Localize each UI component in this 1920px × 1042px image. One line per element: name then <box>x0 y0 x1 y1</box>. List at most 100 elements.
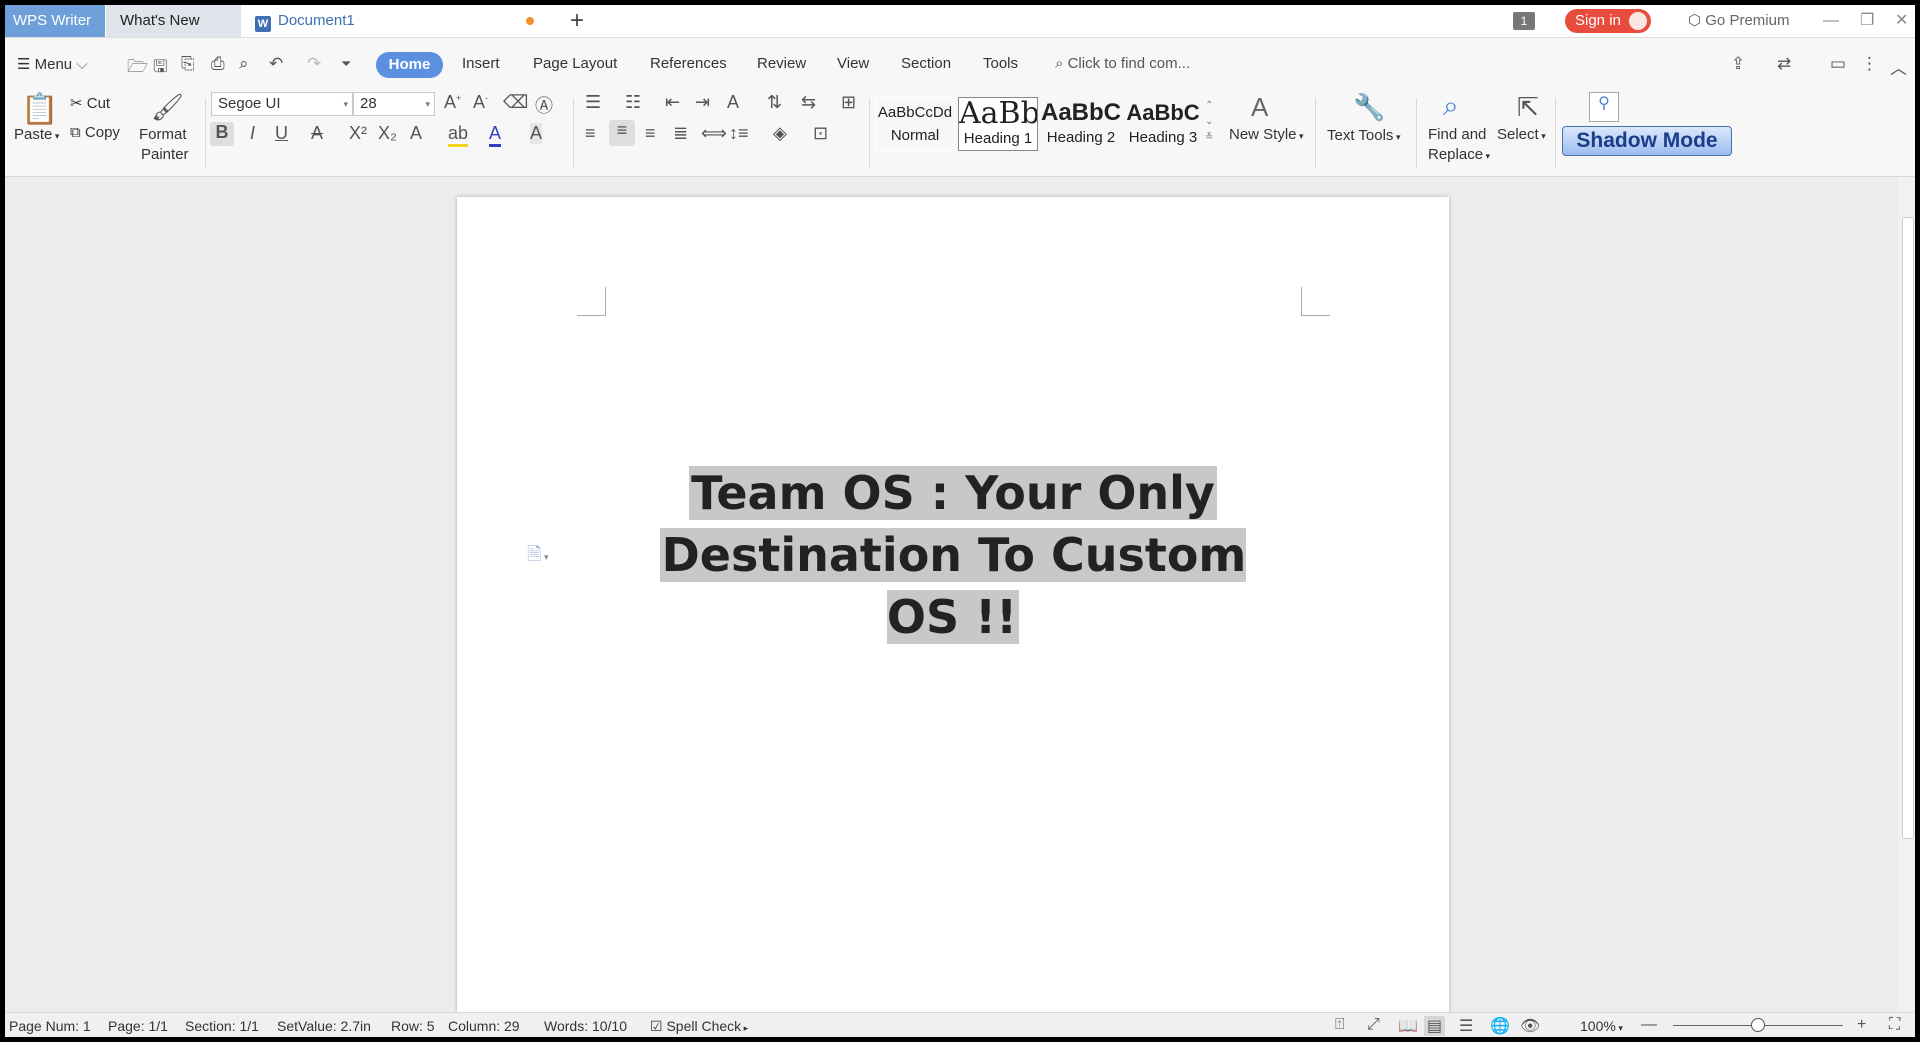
borders-icon[interactable]: ⊡ <box>813 123 828 144</box>
redo-icon[interactable]: ↷ <box>307 54 321 74</box>
command-search[interactable]: ⌕ Click to find com... <box>1055 55 1190 72</box>
clear-format-icon[interactable]: ⌫ <box>503 92 528 113</box>
find-replace-label-1[interactable]: Find and <box>1428 126 1486 143</box>
eye-protection-icon[interactable]: 👁 <box>1520 1016 1540 1036</box>
paste-button[interactable]: Paste ▾ <box>14 126 59 143</box>
tab-page-layout[interactable]: Page Layout <box>533 55 617 72</box>
style-heading-1[interactable]: AaBb Heading 1 <box>958 97 1038 151</box>
document-page[interactable]: 🗎 ▾ Team OS : Your Only Destination To C… <box>457 197 1449 1027</box>
spell-check-button[interactable]: ☑ Spell Check ▸ <box>650 1018 748 1035</box>
increase-indent-icon[interactable]: ⇥ <box>695 92 710 113</box>
zoom-in-icon[interactable]: + <box>1857 1016 1866 1034</box>
decrease-indent-icon[interactable]: ⇤ <box>665 92 680 113</box>
show-marks-icon[interactable]: ⇆ <box>801 92 816 113</box>
bullets-icon[interactable]: ☰ <box>585 92 601 113</box>
sort-icon[interactable]: ⇅ <box>767 92 782 113</box>
save-icon[interactable]: 🖫 <box>153 54 167 83</box>
shadow-mode-button[interactable]: Shadow Mode <box>1562 126 1732 156</box>
cut-button[interactable]: ✂ Cut <box>70 94 110 112</box>
go-premium-button[interactable]: ⬡ Go Premium <box>1688 5 1789 37</box>
close-icon[interactable]: ✕ <box>1895 5 1908 37</box>
magnifier-icon[interactable]: ⌕ <box>1443 90 1459 123</box>
status-page-num[interactable]: Page Num: 1 <box>9 1018 91 1034</box>
document-tools-icon[interactable]: 🗎 ▾ <box>527 542 549 572</box>
align-center-icon[interactable]: ≡ <box>609 120 635 146</box>
italic-icon[interactable]: I <box>250 123 255 144</box>
new-style-button[interactable]: New Style ▾ <box>1229 126 1304 143</box>
chinese-layout-icon[interactable]: A <box>727 92 739 113</box>
status-setvalue[interactable]: SetValue: 2.7in <box>277 1018 371 1034</box>
tab-home[interactable]: Home <box>376 52 443 78</box>
more-options-icon[interactable]: ⋮ <box>1861 54 1878 74</box>
tab-view[interactable]: View <box>837 55 869 72</box>
new-style-icon[interactable]: A <box>1251 92 1268 123</box>
page-view-icon[interactable]: ▤ <box>1424 1016 1446 1036</box>
shrink-font-icon[interactable]: A- <box>473 92 488 113</box>
notification-badge[interactable]: 1 <box>1513 12 1535 30</box>
select-cursor-icon[interactable]: ⇱ <box>1517 92 1539 123</box>
text-tools-button[interactable]: Text Tools ▾ <box>1327 127 1400 144</box>
undo-icon[interactable]: ↶ <box>269 54 283 74</box>
open-folder-icon[interactable]: 🗁 <box>127 54 148 83</box>
fit-page-icon[interactable]: ⛶ <box>1889 1016 1900 1034</box>
tab-section[interactable]: Section <box>901 55 951 72</box>
vertical-scrollbar[interactable] <box>1898 177 1915 1012</box>
status-words[interactable]: Words: 10/10 <box>544 1018 627 1034</box>
tab-wps-writer[interactable]: WPS Writer <box>5 5 105 37</box>
numbering-icon[interactable]: ☷ <box>625 92 641 113</box>
distributed-icon[interactable]: ⟺ <box>701 123 727 144</box>
web-view-icon[interactable]: 🌐 <box>1490 1016 1510 1036</box>
print-icon[interactable]: ⎙ <box>211 54 225 74</box>
tab-references[interactable]: References <box>650 55 727 72</box>
font-size-select[interactable]: 28 ▾ <box>353 92 435 116</box>
new-tab-icon[interactable]: + <box>570 7 584 35</box>
status-page[interactable]: Page: 1/1 <box>108 1018 168 1034</box>
fullscreen-icon[interactable]: ⤢ <box>1367 1016 1380 1034</box>
minimize-icon[interactable]: — <box>1823 5 1839 37</box>
format-painter-icon[interactable]: 🖌 <box>151 92 184 123</box>
tab-review[interactable]: Review <box>757 55 806 72</box>
style-heading-2[interactable]: AaBbC Heading 2 <box>1041 97 1121 151</box>
text-effects-icon[interactable]: Ⓐ <box>535 92 553 118</box>
scrollbar-thumb[interactable] <box>1902 217 1914 839</box>
print-preview-icon[interactable]: ⌕ <box>239 54 249 74</box>
status-section[interactable]: Section: 1/1 <box>185 1018 259 1034</box>
status-row[interactable]: Row: 5 <box>391 1018 435 1034</box>
tab-whats-new[interactable]: What's New <box>106 5 241 37</box>
find-replace-button[interactable]: Replace ▾ <box>1428 146 1490 163</box>
tab-document1[interactable]: W Document1 <box>245 5 555 37</box>
justify-icon[interactable]: ≣ <box>673 123 688 144</box>
zoom-slider-knob[interactable] <box>1751 1018 1765 1032</box>
protect-view-icon[interactable]: ⍐ <box>1335 1016 1345 1034</box>
paste-icon[interactable]: 📋 <box>21 92 58 127</box>
format-painter-label-2[interactable]: Painter <box>141 146 189 163</box>
grow-font-icon[interactable]: A+ <box>444 92 461 113</box>
text-style-icon[interactable]: A <box>410 123 422 144</box>
restore-icon[interactable]: ❐ <box>1860 5 1874 37</box>
read-mode-icon[interactable]: 📖 <box>1398 1016 1418 1036</box>
zoom-out-icon[interactable]: — <box>1641 1016 1657 1034</box>
customize-quick-access-icon[interactable]: ⏷ <box>341 56 351 72</box>
format-painter-label-1[interactable]: Format <box>139 126 187 143</box>
menu-button[interactable]: ☰ Menu ⌵ <box>17 55 88 73</box>
highlight-icon[interactable]: ab <box>448 123 469 147</box>
outline-view-icon[interactable]: ☰ <box>1459 1016 1473 1036</box>
document-heading[interactable]: Team OS : Your Only Destination To Custo… <box>647 462 1259 648</box>
cloud-sync-icon[interactable]: ⇄ <box>1777 54 1791 74</box>
zoom-level-select[interactable]: 100% ▾ <box>1580 1018 1623 1034</box>
sign-in-button[interactable]: Sign in <box>1565 9 1651 33</box>
strikethrough-icon[interactable]: A <box>311 123 323 144</box>
tab-tools[interactable]: Tools <box>983 55 1018 72</box>
shadow-mode-icon[interactable]: ⚲ <box>1589 92 1619 122</box>
font-color-icon[interactable]: A <box>489 123 502 147</box>
table-layout-icon[interactable]: ⊞ <box>841 92 856 113</box>
bold-icon[interactable]: B <box>210 122 234 146</box>
char-shading-icon[interactable]: A <box>530 123 543 144</box>
line-spacing-icon[interactable]: ↕≡ <box>729 123 749 144</box>
tab-insert[interactable]: Insert <box>462 55 500 72</box>
styles-scroll-icon[interactable]: ⌃ ⌄ ≚ <box>1205 98 1213 146</box>
superscript-icon[interactable]: X² <box>349 123 367 144</box>
align-left-icon[interactable]: ≡ <box>585 123 596 144</box>
wrench-icon[interactable]: 🔧 <box>1353 92 1385 123</box>
status-column[interactable]: Column: 29 <box>448 1018 520 1034</box>
